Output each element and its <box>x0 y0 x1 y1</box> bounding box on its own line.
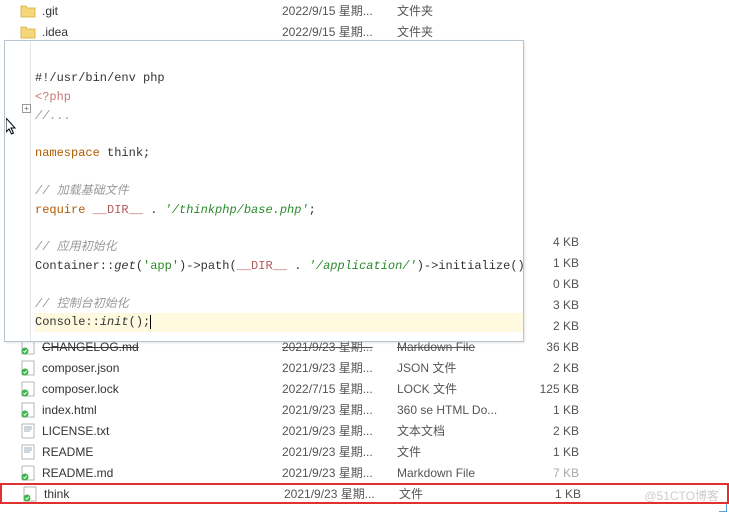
code-init: init <box>100 315 129 329</box>
file-type: JSON 文件 <box>397 359 527 376</box>
file-name: .idea <box>42 25 282 39</box>
code-comment-load: // 加载基础文件 <box>35 184 129 198</box>
file-size: 4 KB <box>527 235 587 249</box>
text-caret <box>150 315 151 329</box>
code-console: Console:: <box>35 315 100 329</box>
code-path-call: )->path( <box>179 259 237 273</box>
code-paren2: (); <box>129 315 151 329</box>
code-comment-fold: //... <box>35 109 71 123</box>
file-icon <box>20 423 36 439</box>
file-date: 2022/9/15 星期... <box>282 2 397 19</box>
file-size: 2 KB <box>527 319 587 333</box>
code-ns-keyword: namespace <box>35 146 100 160</box>
code-comment-console: // 控制台初始化 <box>35 297 129 311</box>
file-size: 7 KB <box>527 466 587 480</box>
file-date: 2021/9/23 星期... <box>282 422 397 439</box>
file-size: 0 KB <box>527 277 587 291</box>
code-get: get <box>114 259 136 273</box>
file-date: 2021/9/23 星期... <box>282 443 397 460</box>
code-concat: . <box>143 203 165 217</box>
file-type: 文件 <box>399 485 529 502</box>
file-type: 文件 <box>397 443 527 460</box>
file-icon <box>20 465 36 481</box>
code-app-str: 'app' <box>143 259 179 273</box>
code-preview-popup: + #!/usr/bin/env php <?php //... namespa… <box>4 40 524 342</box>
file-size: 1 KB <box>529 487 589 501</box>
file-size: 2 KB <box>527 361 587 375</box>
code-php-open: <?php <box>35 90 71 104</box>
file-name: think <box>44 487 284 501</box>
file-size: 1 KB <box>527 445 587 459</box>
file-size: 1 KB <box>527 403 587 417</box>
file-row-LICENSE-txt[interactable]: LICENSE.txt2021/9/23 星期...文本文档2 KB <box>0 420 729 441</box>
code-content: #!/usr/bin/env php <?php //... namespace… <box>5 47 523 332</box>
file-date: 2021/9/23 星期... <box>282 464 397 481</box>
file-date: 2022/7/15 星期... <box>282 380 397 397</box>
file-icon <box>22 486 38 502</box>
file-row-README[interactable]: README2021/9/23 星期...文件1 KB <box>0 441 729 462</box>
file-date: 2022/9/15 星期... <box>282 23 397 40</box>
mouse-cursor-icon <box>6 118 18 139</box>
file-date: 2021/9/23 星期... <box>282 401 397 418</box>
file-size: 125 KB <box>527 382 587 396</box>
code-container: Container:: <box>35 259 114 273</box>
file-name: index.html <box>42 403 282 417</box>
folder-icon <box>20 24 36 40</box>
file-size: 2 KB <box>527 424 587 438</box>
file-row-think[interactable]: think2021/9/23 星期...文件1 KB <box>0 483 729 504</box>
file-name: composer.lock <box>42 382 282 396</box>
file-name: .git <box>42 4 282 18</box>
file-type: 文件夹 <box>397 2 527 19</box>
file-icon <box>20 444 36 460</box>
folder-icon <box>20 3 36 19</box>
code-dir-const2: __DIR__ <box>237 259 287 273</box>
file-type: 360 se HTML Do... <box>397 403 527 417</box>
code-base-path: '/thinkphp/base.php' <box>165 203 309 217</box>
code-paren: ( <box>136 259 143 273</box>
file-name: README.md <box>42 466 282 480</box>
file-date: 2021/9/23 星期... <box>282 359 397 376</box>
code-concat2: . <box>287 259 309 273</box>
code-comment-init: // 应用初始化 <box>35 240 117 254</box>
code-app-path: '/application/' <box>309 259 417 273</box>
file-icon <box>20 402 36 418</box>
code-shebang: #!/usr/bin/env php <box>35 71 165 85</box>
file-name: README <box>42 445 282 459</box>
resize-corner-icon <box>719 504 727 512</box>
code-gutter: + <box>5 41 31 341</box>
file-size: 1 KB <box>527 256 587 270</box>
file-date: 2021/9/23 星期... <box>284 485 399 502</box>
file-name: composer.json <box>42 361 282 375</box>
file-type: 文本文档 <box>397 422 527 439</box>
code-dir-const: __DIR__ <box>93 203 143 217</box>
code-ns-id: think; <box>100 146 150 160</box>
file-row-composer-lock[interactable]: composer.lock2022/7/15 星期...LOCK 文件125 K… <box>0 378 729 399</box>
code-require: require <box>35 203 93 217</box>
file-size: 36 KB <box>527 340 587 354</box>
file-row--git[interactable]: .git2022/9/15 星期...文件夹 <box>0 0 729 21</box>
file-icon <box>20 381 36 397</box>
file-size: 3 KB <box>527 298 587 312</box>
code-semi: ; <box>309 203 316 217</box>
file-type: LOCK 文件 <box>397 380 527 397</box>
file-type: Markdown File <box>397 466 527 480</box>
file-icon <box>20 360 36 376</box>
file-row-index-html[interactable]: index.html2021/9/23 星期...360 se HTML Do.… <box>0 399 729 420</box>
fold-expand-icon[interactable]: + <box>22 104 31 113</box>
file-row--idea[interactable]: .idea2022/9/15 星期...文件夹 <box>0 21 729 42</box>
file-name: LICENSE.txt <box>42 424 282 438</box>
file-row-composer-json[interactable]: composer.json2021/9/23 星期...JSON 文件2 KB <box>0 357 729 378</box>
file-type: 文件夹 <box>397 23 527 40</box>
file-row-README-md[interactable]: README.md2021/9/23 星期...Markdown File7 K… <box>0 462 729 483</box>
code-initialize: )->initialize(); <box>417 259 524 273</box>
